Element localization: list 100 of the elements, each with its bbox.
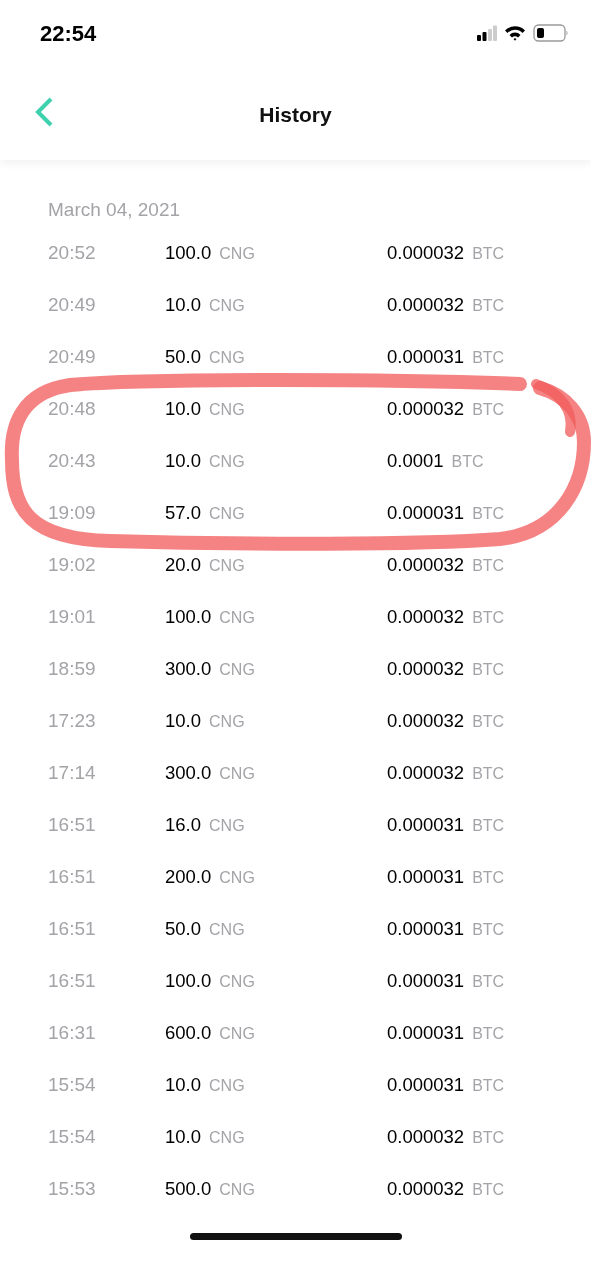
battery-icon xyxy=(533,24,569,42)
btc-amount: 0.000031 xyxy=(387,346,465,368)
btc-amount: 0.000032 xyxy=(387,1126,465,1148)
btc-amount: 0.000031 xyxy=(387,502,465,524)
btc-amount: 0.000032 xyxy=(387,554,465,576)
cng-amount: 100.0 xyxy=(165,242,212,264)
cng-unit: CNG xyxy=(209,401,245,419)
cng-unit: CNG xyxy=(209,349,245,367)
btc-amount: 0.000032 xyxy=(387,762,465,784)
cng-amount: 57.0 xyxy=(165,502,201,524)
btc-unit: BTC xyxy=(472,349,505,367)
transaction-time: 17:23 xyxy=(48,710,97,732)
cng-unit: CNG xyxy=(209,921,245,939)
cng-amount: 10.0 xyxy=(165,450,201,472)
btc-amount: 0.000032 xyxy=(387,1178,465,1200)
btc-amount: 0.000031 xyxy=(387,814,465,836)
btc-unit: BTC xyxy=(472,817,505,835)
cng-amount: 100.0 xyxy=(165,970,212,992)
cng-amount: 100.0 xyxy=(165,606,212,628)
transaction-time: 15:53 xyxy=(48,1178,97,1200)
btc-amount: 0.000031 xyxy=(387,1074,465,1096)
back-icon xyxy=(34,96,54,128)
transaction-time: 19:02 xyxy=(48,554,97,576)
btc-amount: 0.000032 xyxy=(387,658,465,680)
btc-amount: 0.000031 xyxy=(387,1022,465,1044)
transaction-time: 20:48 xyxy=(48,398,97,420)
wifi-icon xyxy=(504,25,526,41)
cng-unit: CNG xyxy=(219,973,255,991)
cng-unit: CNG xyxy=(209,297,245,315)
btc-unit: BTC xyxy=(472,869,505,887)
btc-amount: 0.000032 xyxy=(387,710,465,732)
cng-amount: 10.0 xyxy=(165,710,201,732)
btc-unit: BTC xyxy=(472,1077,505,1095)
cng-amount: 16.0 xyxy=(165,814,201,836)
transaction-time: 16:51 xyxy=(48,918,97,940)
cng-amount: 50.0 xyxy=(165,918,201,940)
btc-amount: 0.000031 xyxy=(387,970,465,992)
cng-unit: CNG xyxy=(219,1025,255,1043)
cng-unit: CNG xyxy=(209,713,245,731)
cng-amount: 20.0 xyxy=(165,554,201,576)
cng-amount: 50.0 xyxy=(165,346,201,368)
transaction-time: 19:09 xyxy=(48,502,97,524)
btc-amount: 0.000032 xyxy=(387,242,465,264)
transaction-time: 17:14 xyxy=(48,762,97,784)
btc-unit: BTC xyxy=(472,973,505,991)
date-heading: March 04, 2021 xyxy=(48,198,182,222)
cng-unit: CNG xyxy=(219,609,255,627)
cng-unit: CNG xyxy=(209,505,245,523)
signal-icon xyxy=(477,25,497,41)
btc-unit: BTC xyxy=(472,921,505,939)
cng-amount: 500.0 xyxy=(165,1178,212,1200)
btc-amount: 0.000031 xyxy=(387,866,465,888)
transaction-time: 16:51 xyxy=(48,970,97,992)
transaction-time: 16:51 xyxy=(48,866,97,888)
cng-unit: CNG xyxy=(219,765,255,783)
status-time: 22:54 xyxy=(40,21,97,47)
btc-amount: 0.000031 xyxy=(387,918,465,940)
btc-unit: BTC xyxy=(472,557,505,575)
btc-amount: 0.0001 xyxy=(387,450,444,472)
btc-unit: BTC xyxy=(472,401,505,419)
btc-unit: BTC xyxy=(472,609,505,627)
cng-amount: 200.0 xyxy=(165,866,212,888)
transaction-time: 15:54 xyxy=(48,1074,97,1096)
cng-amount: 600.0 xyxy=(165,1022,212,1044)
transaction-time: 20:52 xyxy=(48,242,97,264)
cng-amount: 10.0 xyxy=(165,398,201,420)
btc-unit: BTC xyxy=(472,505,505,523)
cng-unit: CNG xyxy=(219,661,255,679)
transaction-time: 20:49 xyxy=(48,346,97,368)
btc-unit: BTC xyxy=(451,453,484,471)
cng-amount: 10.0 xyxy=(165,1126,201,1148)
btc-unit: BTC xyxy=(472,1181,505,1199)
btc-amount: 0.000032 xyxy=(387,398,465,420)
btc-unit: BTC xyxy=(472,713,505,731)
cng-unit: CNG xyxy=(219,1181,255,1199)
cng-unit: CNG xyxy=(209,817,245,835)
transaction-time: 20:43 xyxy=(48,450,97,472)
transaction-time: 16:31 xyxy=(48,1022,97,1044)
btc-unit: BTC xyxy=(472,297,505,315)
btc-unit: BTC xyxy=(472,245,505,263)
cng-unit: CNG xyxy=(219,869,255,887)
cng-unit: CNG xyxy=(209,557,245,575)
cng-unit: CNG xyxy=(209,1129,245,1147)
cng-amount: 10.0 xyxy=(165,294,201,316)
btc-unit: BTC xyxy=(472,765,505,783)
btc-amount: 0.000032 xyxy=(387,606,465,628)
cng-unit: CNG xyxy=(219,245,255,263)
transaction-time: 19:01 xyxy=(48,606,97,628)
transaction-time: 20:49 xyxy=(48,294,97,316)
btc-unit: BTC xyxy=(472,1129,505,1147)
cng-unit: CNG xyxy=(209,1077,245,1095)
btc-unit: BTC xyxy=(472,661,505,679)
btc-amount: 0.000032 xyxy=(387,294,465,316)
screen-title: History xyxy=(259,103,332,127)
cng-unit: CNG xyxy=(209,453,245,471)
cng-amount: 300.0 xyxy=(165,762,212,784)
transaction-time: 15:54 xyxy=(48,1126,97,1148)
cng-amount: 10.0 xyxy=(165,1074,201,1096)
btc-unit: BTC xyxy=(472,1025,505,1043)
transaction-time: 16:51 xyxy=(48,814,97,836)
